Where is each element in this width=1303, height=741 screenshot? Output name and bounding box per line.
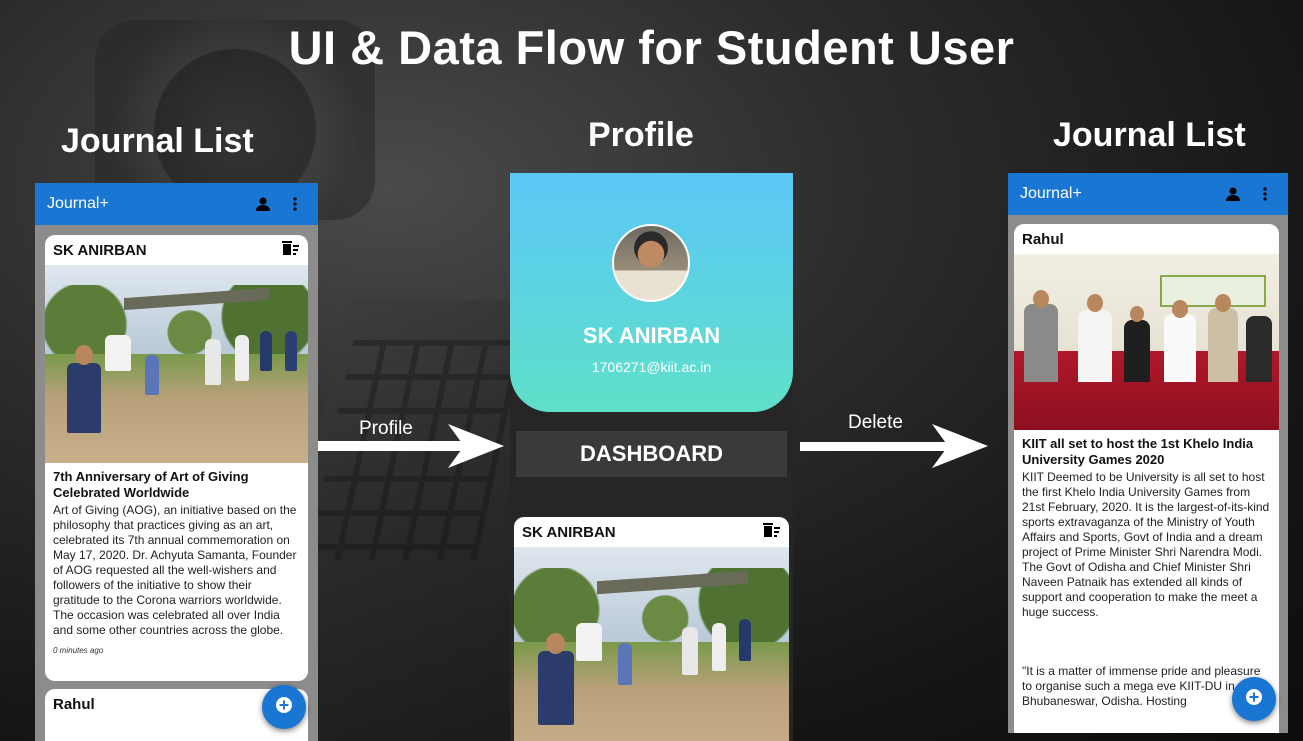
add-circle-icon	[1245, 688, 1263, 711]
add-circle-icon	[275, 696, 293, 719]
card-timestamp: 0 minutes ago	[53, 646, 104, 655]
card-photo	[45, 265, 308, 463]
add-journal-button[interactable]	[1232, 677, 1276, 721]
card-header: Rahul	[1014, 224, 1279, 254]
avatar	[612, 224, 690, 302]
profile-email: 1706271@kiit.ac.in	[591, 359, 712, 375]
app-title: Journal+	[47, 195, 109, 212]
journal-card[interactable]: Rahul KIIT all set to host the 1st Khelo…	[1014, 224, 1279, 733]
card-body: 7th Anniversary of Art of Giving Celebra…	[45, 463, 308, 661]
card-headline: 7th Anniversary of Art of Giving Celebra…	[53, 469, 249, 500]
more-vert-icon[interactable]	[1254, 183, 1276, 205]
journal-list-screen-right: Journal+ Rahul KIIT all set to host the …	[1008, 173, 1288, 733]
arrow-right-icon	[800, 424, 988, 468]
card-headline: KIIT all set to host the 1st Khelo India…	[1022, 436, 1254, 467]
more-vert-icon[interactable]	[284, 193, 306, 215]
card-header: SK ANIRBAN	[514, 517, 789, 547]
account-icon[interactable]	[1222, 183, 1244, 205]
card-author: SK ANIRBAN	[53, 241, 147, 259]
arrow-right-icon	[318, 424, 504, 468]
card-photo	[1014, 254, 1279, 430]
card-header: SK ANIRBAN	[45, 235, 308, 265]
app-title: Journal+	[1020, 185, 1082, 202]
main-title: UI & Data Flow for Student User	[288, 21, 1015, 74]
account-icon[interactable]	[252, 193, 274, 215]
journal-card[interactable]: SK ANIRBAN	[514, 517, 789, 741]
delete-sweep-icon[interactable]	[763, 522, 781, 542]
card-author: Rahul	[1022, 230, 1064, 248]
delete-sweep-icon[interactable]	[282, 240, 300, 260]
journal-list-screen-left: Journal+ SK ANIRBAN 7th Anniversary of A…	[35, 183, 318, 741]
card-description: Art of Giving (AOG), an initiative based…	[53, 503, 297, 637]
dashboard-button[interactable]: DASHBOARD	[516, 431, 787, 477]
profile-screen: SK ANIRBAN 1706271@kiit.ac.in DASHBOARD …	[510, 173, 793, 741]
journal-card[interactable]: SK ANIRBAN 7th Anniversary of Art of Giv…	[45, 235, 308, 681]
card-description: KIIT Deemed to be University is all set …	[1022, 470, 1270, 619]
section-title-profile: Profile	[588, 116, 694, 154]
card-author: SK ANIRBAN	[522, 523, 616, 541]
card-photo	[514, 547, 789, 741]
app-bar: Journal+	[1008, 173, 1288, 215]
section-title-journal-list-right: Journal List	[1053, 116, 1246, 154]
card-body: KIIT all set to host the 1st Khelo India…	[1014, 430, 1279, 715]
add-journal-button[interactable]	[262, 685, 306, 729]
profile-name: SK ANIRBAN	[582, 323, 721, 348]
section-title-journal-list-left: Journal List	[61, 122, 254, 160]
app-bar: Journal+	[35, 183, 318, 225]
profile-header: SK ANIRBAN 1706271@kiit.ac.in	[510, 173, 793, 412]
